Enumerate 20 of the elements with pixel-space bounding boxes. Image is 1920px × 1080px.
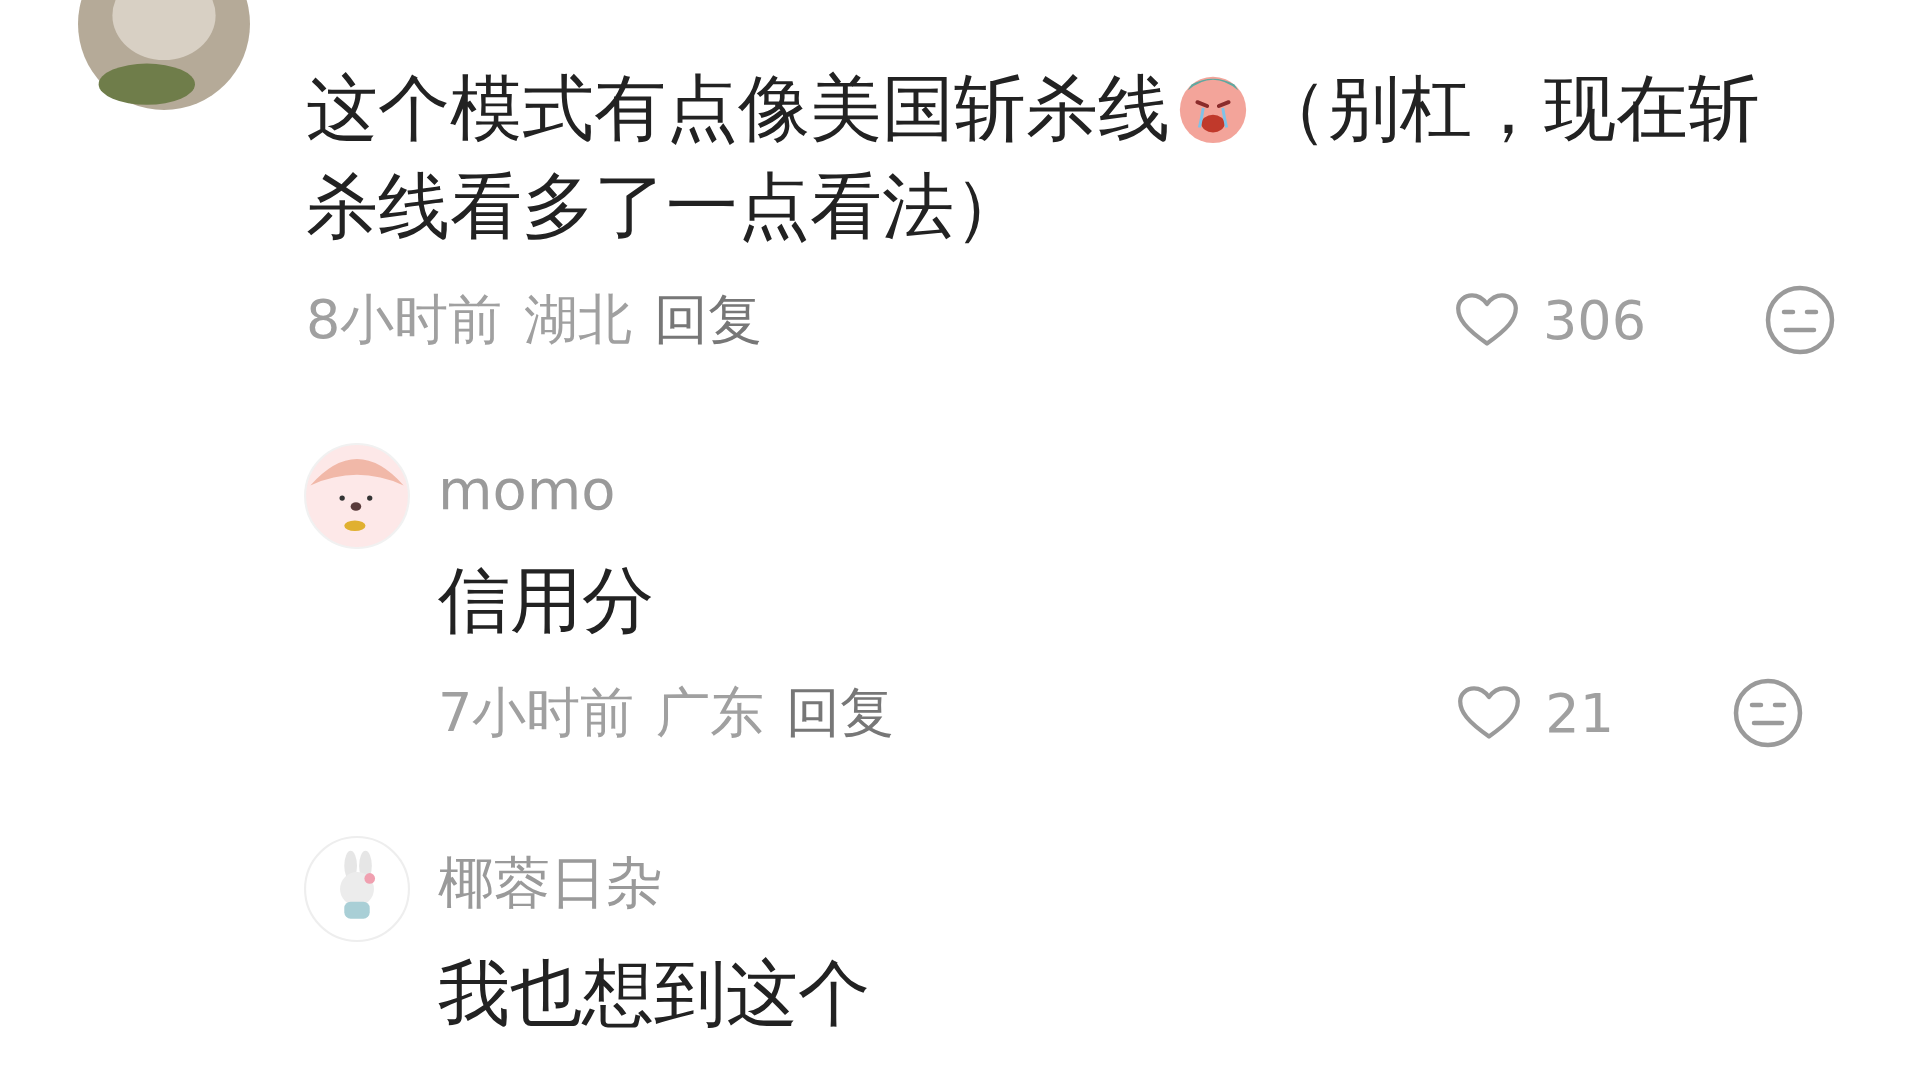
comment-location: 广东 — [656, 679, 765, 746]
user-name[interactable]: 椰蓉日杂 — [438, 848, 1804, 918]
like-count: 21 — [1545, 681, 1614, 745]
comment-text: 我也想到这个 — [438, 950, 871, 1037]
user-name[interactable]: momo — [438, 455, 1804, 525]
comment-time: 7小时前 — [438, 679, 635, 746]
avatar[interactable] — [304, 443, 410, 549]
comment-location: 湖北 — [524, 286, 633, 353]
comment-text: 杀线看多了一点看法） — [306, 163, 1026, 250]
comment-time: 8小时前 — [306, 286, 503, 353]
dislike-face-icon[interactable] — [1764, 284, 1836, 356]
comment-text: （别杠，现在斩 — [1256, 65, 1760, 152]
reply-link[interactable]: 回复 — [786, 676, 895, 750]
dislike-face-icon[interactable] — [1732, 677, 1804, 749]
like-count: 306 — [1542, 288, 1646, 352]
like-icon[interactable] — [1454, 292, 1519, 348]
like-icon[interactable] — [1457, 685, 1522, 741]
comment-text: 信用分 — [438, 557, 655, 644]
reply-link[interactable]: 回复 — [654, 283, 763, 357]
comment-text: 这个模式有点像美国斩杀线 — [306, 65, 1170, 152]
